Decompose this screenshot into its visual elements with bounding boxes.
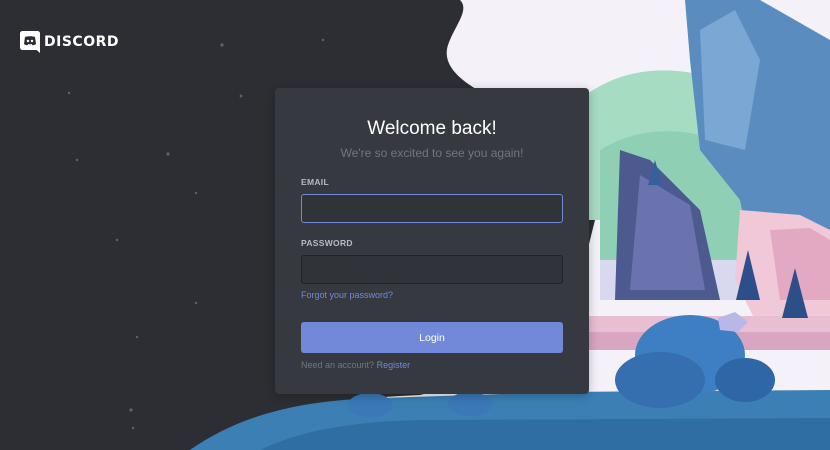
need-account-text: Need an account?: [301, 360, 375, 370]
page-title: Welcome back!: [367, 118, 497, 139]
password-label: PASSWORD: [301, 238, 353, 248]
register-link[interactable]: Register: [377, 360, 411, 370]
discord-logo[interactable]: DISCORD: [20, 31, 119, 53]
forgot-password-link[interactable]: Forgot your password?: [301, 290, 393, 300]
page-subtitle: We're so excited to see you again!: [340, 146, 524, 160]
password-field[interactable]: [301, 255, 563, 284]
email-label: EMAIL: [301, 177, 329, 187]
login-button[interactable]: Login: [301, 322, 563, 353]
discord-wordmark: DISCORD: [44, 34, 119, 50]
register-row: Need an account? Register: [301, 360, 563, 370]
login-form: Welcome back! We're so excited to see yo…: [275, 88, 589, 394]
email-field[interactable]: [301, 194, 563, 223]
discord-logo-icon: [20, 31, 40, 53]
login-page: DISCORD Welcome back! We're so excited t…: [0, 0, 830, 450]
